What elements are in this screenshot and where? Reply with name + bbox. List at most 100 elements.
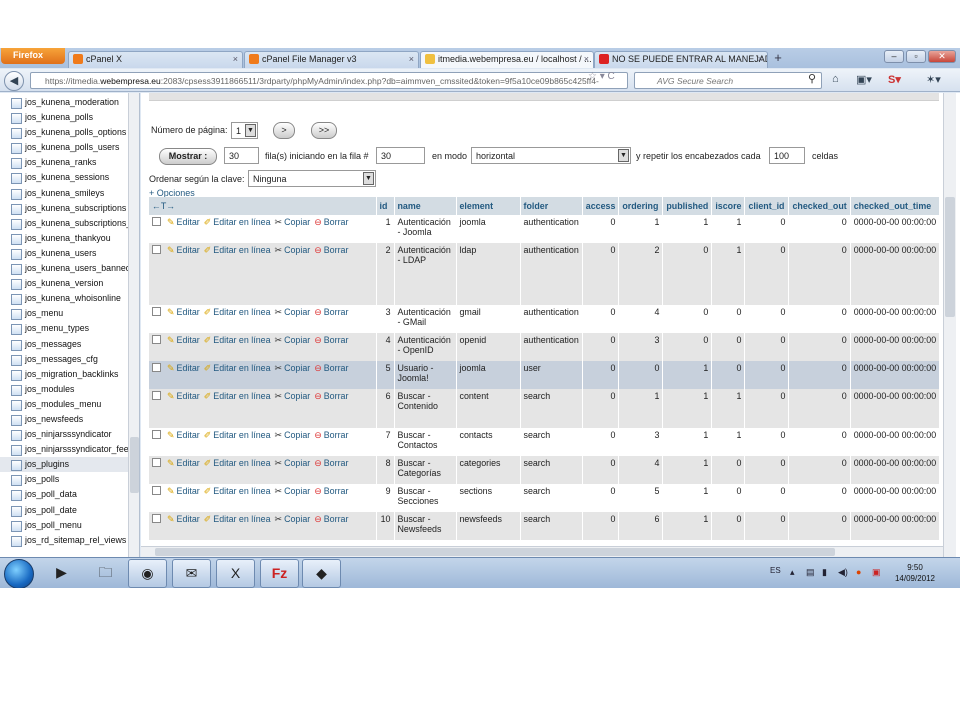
app-taskbar-icon[interactable]: ◆ bbox=[302, 559, 341, 588]
copy-link[interactable]: Copiar bbox=[284, 335, 310, 345]
sidebar-table-item[interactable]: jos_kunena_smileys bbox=[0, 186, 139, 201]
delete-link[interactable]: Borrar bbox=[324, 245, 349, 255]
main-scrollbar[interactable] bbox=[943, 93, 956, 557]
tab-cpanel[interactable]: cPanel X × bbox=[68, 51, 243, 68]
row-checkbox[interactable] bbox=[152, 486, 161, 495]
table-row[interactable]: ✎ Editar ✐ Editar en línea ✂ Copiar ⊖ Borrar 9 Bu… bbox=[149, 484, 941, 512]
copy-link[interactable]: Copiar bbox=[284, 430, 310, 440]
table-row[interactable]: ✎ Editar ✐ Editar en línea ✂ Copiar ⊖ Borrar 5 Us… bbox=[149, 361, 941, 389]
sidebar-table-item[interactable]: jos_kunena_polls_users bbox=[0, 140, 139, 155]
start-row-input[interactable]: 30 bbox=[376, 147, 425, 164]
sidebar-table-item[interactable]: jos_ninjarsssyndicator bbox=[0, 427, 139, 442]
column-header[interactable]: access bbox=[582, 197, 620, 215]
sidebar-table-item[interactable]: jos_plugins bbox=[0, 457, 139, 473]
table-row[interactable]: ✎ Editar ✐ Editar en línea ✂ Copiar ⊖ Borrar 8 Bu… bbox=[149, 456, 941, 484]
sidebar-table-item[interactable]: jos_ninjarsssyndicator_feeds bbox=[0, 442, 139, 457]
maximize-button[interactable]: ▫ bbox=[906, 50, 926, 63]
column-header[interactable]: name bbox=[394, 197, 457, 215]
column-header[interactable]: checked_out bbox=[788, 197, 851, 215]
media-player-icon[interactable]: ▶ bbox=[42, 559, 81, 588]
row-checkbox[interactable] bbox=[152, 335, 161, 344]
column-header[interactable]: element bbox=[456, 197, 521, 215]
delete-link[interactable]: Borrar bbox=[324, 363, 349, 373]
home-icon[interactable]: ⌂ bbox=[832, 73, 839, 85]
row-checkbox[interactable] bbox=[152, 245, 161, 254]
edit-link[interactable]: Editar bbox=[177, 363, 200, 373]
column-header[interactable]: ordering bbox=[618, 197, 664, 215]
copy-link[interactable]: Copiar bbox=[284, 391, 310, 401]
sidebar-table-item[interactable]: jos_kunena_version bbox=[0, 276, 139, 291]
alert-icon[interactable]: ● bbox=[856, 567, 861, 577]
system-clock[interactable]: 9:50 14/09/2012 bbox=[880, 562, 950, 584]
inline-edit-link[interactable]: Editar en línea bbox=[213, 307, 270, 317]
column-header[interactable]: checked_out_time bbox=[850, 197, 941, 215]
extension-icon[interactable]: S▾ bbox=[888, 73, 901, 86]
copy-link[interactable]: Copiar bbox=[284, 217, 310, 227]
sidebar-scroll-thumb[interactable] bbox=[130, 437, 139, 493]
tray-device-icon[interactable]: ▤ bbox=[806, 567, 815, 578]
bookmark-star-icon[interactable]: ☆ ▾ C bbox=[588, 71, 615, 82]
repeat-input[interactable]: 100 bbox=[769, 147, 805, 164]
close-icon[interactable]: × bbox=[758, 54, 763, 64]
mode-select[interactable]: horizontal ▼ bbox=[471, 147, 631, 164]
inline-edit-link[interactable]: Editar en línea bbox=[213, 458, 270, 468]
page-number-select[interactable]: 1 ▼ bbox=[231, 122, 258, 139]
tools-icon[interactable]: ✶▾ bbox=[926, 73, 941, 86]
minimize-button[interactable]: – bbox=[884, 50, 904, 63]
inline-edit-link[interactable]: Editar en línea bbox=[213, 391, 270, 401]
edit-link[interactable]: Editar bbox=[177, 217, 200, 227]
close-window-button[interactable]: ✕ bbox=[928, 50, 956, 63]
close-icon[interactable]: × bbox=[584, 54, 589, 64]
firefox-taskbar-icon[interactable]: ◉ bbox=[128, 559, 167, 588]
show-button[interactable]: Mostrar : bbox=[159, 148, 217, 165]
sidebar-table-item[interactable]: jos_kunena_subscriptions_categories bbox=[0, 216, 139, 231]
row-checkbox[interactable] bbox=[152, 307, 161, 316]
delete-link[interactable]: Borrar bbox=[324, 391, 349, 401]
inline-edit-link[interactable]: Editar en línea bbox=[213, 245, 270, 255]
inline-edit-link[interactable]: Editar en línea bbox=[213, 217, 270, 227]
addons-icon[interactable]: ▣▾ bbox=[856, 73, 872, 86]
delete-link[interactable]: Borrar bbox=[324, 458, 349, 468]
new-tab-button[interactable]: + bbox=[768, 51, 788, 67]
edit-link[interactable]: Editar bbox=[177, 307, 200, 317]
table-row[interactable]: ✎ Editar ✐ Editar en línea ✂ Copiar ⊖ Borrar 4 Au… bbox=[149, 333, 941, 361]
back-button[interactable]: ◀ bbox=[4, 71, 24, 91]
search-icon[interactable]: ⚲ bbox=[808, 72, 816, 85]
sidebar-table-item[interactable]: jos_modules_menu bbox=[0, 397, 139, 412]
inline-edit-link[interactable]: Editar en línea bbox=[213, 486, 270, 496]
sidebar-table-item[interactable]: jos_newsfeeds bbox=[0, 412, 139, 427]
column-header[interactable]: id bbox=[376, 197, 395, 215]
sidebar-table-item[interactable]: jos_kunena_thankyou bbox=[0, 231, 139, 246]
sidebar-table-item[interactable]: jos_menu bbox=[0, 306, 139, 321]
sidebar-table-item[interactable]: jos_menu_types bbox=[0, 321, 139, 336]
sidebar-table-item[interactable]: jos_kunena_users_banned bbox=[0, 261, 139, 276]
inline-edit-link[interactable]: Editar en línea bbox=[213, 335, 270, 345]
language-indicator[interactable]: ES bbox=[770, 566, 781, 575]
sidebar-table-item[interactable]: jos_modules bbox=[0, 382, 139, 397]
sidebar-table-item[interactable]: jos_rd_sitemap_rel_views bbox=[0, 533, 139, 548]
delete-link[interactable]: Borrar bbox=[324, 430, 349, 440]
sidebar-table-item[interactable]: jos_poll_date bbox=[0, 503, 139, 518]
main-scroll-thumb[interactable] bbox=[945, 197, 955, 317]
column-header[interactable]: iscore bbox=[711, 197, 746, 215]
last-page-button[interactable]: >> bbox=[311, 122, 337, 139]
sidebar-table-item[interactable]: jos_kunena_ranks bbox=[0, 155, 139, 170]
sidebar-table-item[interactable]: jos_kunena_users bbox=[0, 246, 139, 261]
tray-arrow-icon[interactable]: ▴ bbox=[790, 567, 795, 578]
sidebar-table-item[interactable]: jos_polls bbox=[0, 472, 139, 487]
sidebar-scrollbar[interactable] bbox=[128, 93, 139, 557]
copy-link[interactable]: Copiar bbox=[284, 458, 310, 468]
table-row[interactable]: ✎ Editar ✐ Editar en línea ✂ Copiar ⊖ Borrar 10 B… bbox=[149, 512, 941, 540]
sidebar-table-item[interactable]: jos_messages bbox=[0, 337, 139, 352]
sidebar-table-item[interactable]: jos_poll_data bbox=[0, 487, 139, 502]
delete-link[interactable]: Borrar bbox=[324, 217, 349, 227]
network-icon[interactable]: ▮ bbox=[822, 567, 827, 578]
column-header[interactable]: folder bbox=[520, 197, 583, 215]
sidebar-table-item[interactable]: jos_kunena_polls_options bbox=[0, 125, 139, 140]
table-row[interactable]: ✎ Editar ✐ Editar en línea ✂ Copiar ⊖ Borrar 3 Au… bbox=[149, 305, 941, 333]
search-input[interactable]: AVG Secure Search bbox=[634, 72, 822, 89]
start-button[interactable] bbox=[4, 559, 34, 588]
tab-forum[interactable]: NO SE PUEDE ENTRAR AL MANEJAD... × bbox=[594, 51, 768, 68]
row-checkbox[interactable] bbox=[152, 217, 161, 226]
copy-link[interactable]: Copiar bbox=[284, 245, 310, 255]
